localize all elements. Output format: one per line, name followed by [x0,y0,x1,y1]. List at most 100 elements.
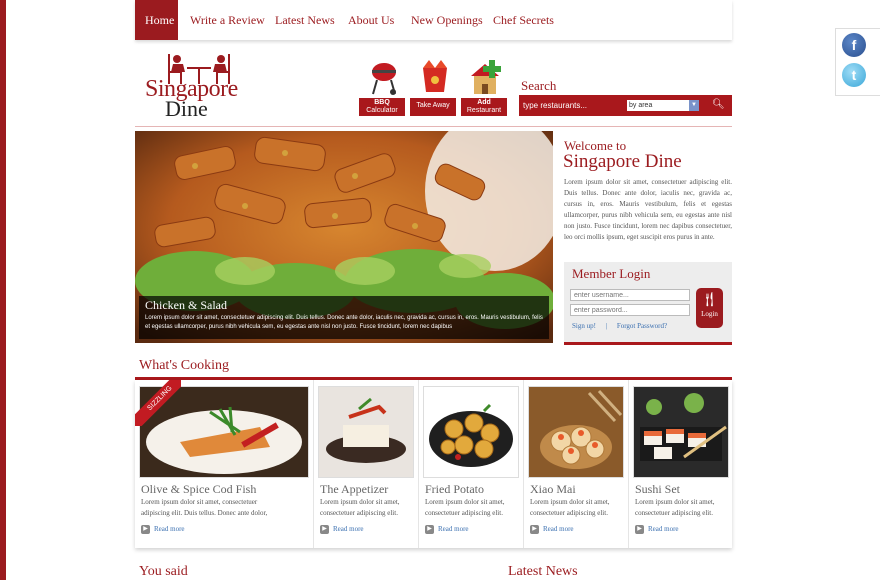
forgot-password-link[interactable]: Forgot Password? [617,322,667,330]
search-title: Search [521,78,557,93]
nav-latest-news[interactable]: Latest News [275,0,335,40]
sushi-set-photo [634,387,728,477]
you-said-title: You said [139,564,188,579]
card-title[interactable]: Olive & Spice Cod Fish [141,482,256,497]
takeaway-box-icon [423,60,447,92]
login-links-separator: | [605,322,608,330]
take-away-label-text: Take Away [416,102,450,109]
add-restaurant-label-line1: Add [477,99,491,106]
nav-new-openings[interactable]: New Openings [411,0,483,40]
card-title[interactable]: Fried Potato [425,482,484,497]
card-text-line1: Lorem ipsum dolor sit amet, [530,498,610,506]
hero-caption: Chicken & Salad Lorem ipsum dolor sit am… [139,296,549,339]
nav-write-review[interactable]: Write a Review [190,0,265,40]
header-divider [135,126,732,127]
appetizer-photo [319,387,413,477]
login-button[interactable]: 🍴︎ Login [696,288,723,328]
read-more-link[interactable]: ▶ Read more [141,525,185,534]
username-field[interactable] [570,289,690,301]
arrow-right-icon: ▶ [635,525,644,534]
card-text: Lorem ipsum dolor sit amet, consectetuer … [530,497,610,519]
card-text: Lorem ipsum dolor sit amet, consectetuer… [141,497,267,519]
arrow-right-icon: ▶ [141,525,150,534]
facebook-icon[interactable]: f [842,33,866,57]
member-login-panel: Member Login Sign up! | Forgot Password?… [564,262,732,345]
arrow-right-icon: ▶ [320,525,329,534]
fork-knife-icon: 🍴︎ [700,293,719,308]
site-logo[interactable]: Singapore Dine [145,50,255,122]
bbq-grill-icon [372,63,396,95]
card-text-line2: adipiscing elit. Duis tellus. Donec ante… [141,509,268,517]
card-title[interactable]: Sushi Set [635,482,680,497]
card-text-line1: Lorem ipsum dolor sit amet, [425,498,505,506]
hero-slide[interactable]: Chicken & Salad Lorem ipsum dolor sit am… [135,131,553,343]
read-more-link[interactable]: ▶ Read more [320,525,364,534]
welcome-title: Singapore Dine [563,151,682,172]
card-text-line2: consectetuer adipiscing elit. [320,509,398,517]
login-links: Sign up! | Forgot Password? [572,322,675,330]
bbq-calculator-label: BBQ Calculator [359,98,405,116]
card-text-line2: consectetuer adipiscing elit. [425,509,503,517]
left-accent-bar [0,0,6,580]
cooking-card-cod-fish[interactable]: SIZZLING Olive & Spice Cod Fish Lorem ip… [135,380,314,548]
xiao-mai-image [528,386,624,478]
read-more-label: Read more [438,525,469,534]
read-more-label: Read more [543,525,574,534]
card-text: Lorem ipsum dolor sit amet, consectetuer … [635,497,715,519]
cooking-card-appetizer[interactable]: The Appetizer Lorem ipsum dolor sit amet… [314,380,419,548]
whats-cooking-cards: SIZZLING Olive & Spice Cod Fish Lorem ip… [135,380,732,548]
xiao-mai-photo [529,387,623,477]
read-more-label: Read more [333,525,364,534]
login-title: Member Login [572,266,651,281]
arrow-right-icon: ▶ [425,525,434,534]
card-text-line2: consectetuer adipiscing elit. [530,509,608,517]
cooking-card-sushi-set[interactable]: Sushi Set Lorem ipsum dolor sit amet, con… [629,380,732,548]
search-area-select[interactable]: by area ▼ [627,100,699,111]
fried-potato-image [423,386,519,478]
nav-chef-secrets[interactable]: Chef Secrets [493,0,554,40]
card-text-line2: consectetuer adipiscing elit. [635,509,713,517]
bbq-label-line2: Calculator [366,107,398,114]
card-title[interactable]: The Appetizer [320,482,388,497]
social-links: f t [835,28,880,96]
card-title[interactable]: Xiao Mai [530,482,576,497]
twitter-icon[interactable]: t [842,63,866,87]
add-restaurant-label-line2: Restaurant [466,107,502,114]
password-field[interactable] [570,304,690,316]
card-text: Lorem ipsum dolor sit amet, consectetuer … [425,497,505,519]
add-restaurant-label: Add Restaurant [461,98,507,116]
read-more-link[interactable]: ▶ Read more [635,525,679,534]
chevron-down-icon: ▼ [689,100,699,111]
search-bar: by area ▼ 🔍︎ [519,95,732,116]
sushi-set-image [633,386,729,478]
read-more-label: Read more [648,525,679,534]
card-text-line1: Lorem ipsum dolor sit amet, [320,498,400,506]
search-icon[interactable]: 🔍︎ [712,99,725,111]
take-away-label: Take Away [410,98,456,116]
arrow-right-icon: ▶ [530,525,539,534]
signup-link[interactable]: Sign up! [572,322,596,330]
read-more-link[interactable]: ▶ Read more [425,525,469,534]
bbq-label-line1: BBQ [374,99,390,106]
fried-potato-photo [424,387,518,477]
sizzling-ribbon: SIZZLING [135,380,181,426]
cooking-card-fried-potato[interactable]: Fried Potato Lorem ipsum dolor sit amet,… [419,380,524,548]
card-text-line1: Lorem ipsum dolor sit amet, consectetuer [141,498,258,506]
card-text: Lorem ipsum dolor sit amet, consectetuer … [320,497,400,519]
hero-title: Chicken & Salad [145,298,227,312]
search-input[interactable] [523,99,621,111]
login-button-label: Login [701,310,718,318]
read-more-link[interactable]: ▶ Read more [530,525,574,534]
logo-text-dine: Dine [165,96,208,121]
whats-cooking-title: What's Cooking [139,358,230,373]
cooking-card-xiao-mai[interactable]: Xiao Mai Lorem ipsum dolor sit amet, cons… [524,380,629,548]
search-area-select-value: by area [629,102,653,109]
appetizer-image [318,386,414,478]
hero-text: Lorem ipsum dolor sit amet, consectetuer… [145,315,543,330]
add-restaurant-icon [471,60,501,94]
nav-about-us[interactable]: About Us [348,0,394,40]
main-nav: Home Write a Review Latest News About Us… [135,0,732,40]
read-more-label: Read more [154,525,185,534]
welcome-text: Lorem ipsum dolor sit amet, consectetuer… [564,178,732,241]
nav-home[interactable]: Home [135,0,178,40]
